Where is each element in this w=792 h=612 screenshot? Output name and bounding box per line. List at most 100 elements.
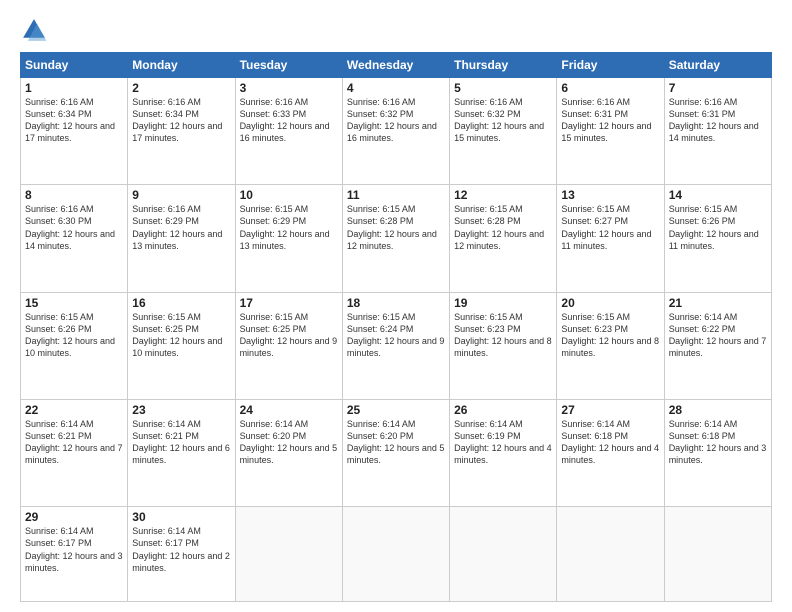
weekday-header: Tuesday (235, 53, 342, 78)
day-number: 25 (347, 403, 445, 417)
day-info: Sunrise: 6:14 AMSunset: 6:21 PMDaylight:… (25, 418, 123, 467)
calendar-cell: 26Sunrise: 6:14 AMSunset: 6:19 PMDayligh… (450, 399, 557, 506)
day-info: Sunrise: 6:16 AMSunset: 6:31 PMDaylight:… (669, 96, 767, 145)
calendar-cell: 28Sunrise: 6:14 AMSunset: 6:18 PMDayligh… (664, 399, 771, 506)
day-number: 11 (347, 188, 445, 202)
day-number: 3 (240, 81, 338, 95)
calendar-cell: 16Sunrise: 6:15 AMSunset: 6:25 PMDayligh… (128, 292, 235, 399)
day-number: 15 (25, 296, 123, 310)
calendar-cell: 15Sunrise: 6:15 AMSunset: 6:26 PMDayligh… (21, 292, 128, 399)
day-number: 17 (240, 296, 338, 310)
weekday-header: Saturday (664, 53, 771, 78)
day-info: Sunrise: 6:16 AMSunset: 6:32 PMDaylight:… (347, 96, 445, 145)
day-number: 23 (132, 403, 230, 417)
day-info: Sunrise: 6:15 AMSunset: 6:28 PMDaylight:… (454, 203, 552, 252)
calendar-cell: 7Sunrise: 6:16 AMSunset: 6:31 PMDaylight… (664, 78, 771, 185)
calendar-cell (664, 507, 771, 602)
day-info: Sunrise: 6:15 AMSunset: 6:27 PMDaylight:… (561, 203, 659, 252)
calendar-cell: 9Sunrise: 6:16 AMSunset: 6:29 PMDaylight… (128, 185, 235, 292)
calendar-week-row: 1Sunrise: 6:16 AMSunset: 6:34 PMDaylight… (21, 78, 772, 185)
day-number: 1 (25, 81, 123, 95)
day-info: Sunrise: 6:15 AMSunset: 6:26 PMDaylight:… (669, 203, 767, 252)
day-info: Sunrise: 6:16 AMSunset: 6:29 PMDaylight:… (132, 203, 230, 252)
day-number: 21 (669, 296, 767, 310)
calendar-cell: 20Sunrise: 6:15 AMSunset: 6:23 PMDayligh… (557, 292, 664, 399)
day-number: 20 (561, 296, 659, 310)
weekday-header: Sunday (21, 53, 128, 78)
calendar-cell: 8Sunrise: 6:16 AMSunset: 6:30 PMDaylight… (21, 185, 128, 292)
day-number: 9 (132, 188, 230, 202)
logo (20, 16, 52, 44)
calendar-cell (235, 507, 342, 602)
calendar-cell: 30Sunrise: 6:14 AMSunset: 6:17 PMDayligh… (128, 507, 235, 602)
day-info: Sunrise: 6:16 AMSunset: 6:32 PMDaylight:… (454, 96, 552, 145)
calendar-cell: 29Sunrise: 6:14 AMSunset: 6:17 PMDayligh… (21, 507, 128, 602)
calendar-table: SundayMondayTuesdayWednesdayThursdayFrid… (20, 52, 772, 602)
day-number: 7 (669, 81, 767, 95)
calendar-cell: 2Sunrise: 6:16 AMSunset: 6:34 PMDaylight… (128, 78, 235, 185)
calendar-cell: 12Sunrise: 6:15 AMSunset: 6:28 PMDayligh… (450, 185, 557, 292)
day-info: Sunrise: 6:14 AMSunset: 6:21 PMDaylight:… (132, 418, 230, 467)
calendar-cell (450, 507, 557, 602)
day-info: Sunrise: 6:15 AMSunset: 6:29 PMDaylight:… (240, 203, 338, 252)
day-info: Sunrise: 6:14 AMSunset: 6:20 PMDaylight:… (347, 418, 445, 467)
weekday-header-row: SundayMondayTuesdayWednesdayThursdayFrid… (21, 53, 772, 78)
logo-icon (20, 16, 48, 44)
calendar-cell: 14Sunrise: 6:15 AMSunset: 6:26 PMDayligh… (664, 185, 771, 292)
calendar-cell (557, 507, 664, 602)
calendar-cell: 10Sunrise: 6:15 AMSunset: 6:29 PMDayligh… (235, 185, 342, 292)
day-info: Sunrise: 6:16 AMSunset: 6:34 PMDaylight:… (25, 96, 123, 145)
day-info: Sunrise: 6:15 AMSunset: 6:26 PMDaylight:… (25, 311, 123, 360)
day-info: Sunrise: 6:14 AMSunset: 6:18 PMDaylight:… (561, 418, 659, 467)
day-number: 6 (561, 81, 659, 95)
weekday-header: Wednesday (342, 53, 449, 78)
calendar-cell: 1Sunrise: 6:16 AMSunset: 6:34 PMDaylight… (21, 78, 128, 185)
calendar-week-row: 8Sunrise: 6:16 AMSunset: 6:30 PMDaylight… (21, 185, 772, 292)
day-info: Sunrise: 6:16 AMSunset: 6:33 PMDaylight:… (240, 96, 338, 145)
day-number: 16 (132, 296, 230, 310)
calendar-week-row: 15Sunrise: 6:15 AMSunset: 6:26 PMDayligh… (21, 292, 772, 399)
header (20, 16, 772, 44)
calendar-cell: 24Sunrise: 6:14 AMSunset: 6:20 PMDayligh… (235, 399, 342, 506)
day-number: 12 (454, 188, 552, 202)
day-info: Sunrise: 6:15 AMSunset: 6:28 PMDaylight:… (347, 203, 445, 252)
day-number: 29 (25, 510, 123, 524)
calendar-cell: 21Sunrise: 6:14 AMSunset: 6:22 PMDayligh… (664, 292, 771, 399)
day-info: Sunrise: 6:14 AMSunset: 6:18 PMDaylight:… (669, 418, 767, 467)
day-info: Sunrise: 6:16 AMSunset: 6:31 PMDaylight:… (561, 96, 659, 145)
day-number: 30 (132, 510, 230, 524)
day-info: Sunrise: 6:16 AMSunset: 6:34 PMDaylight:… (132, 96, 230, 145)
day-info: Sunrise: 6:16 AMSunset: 6:30 PMDaylight:… (25, 203, 123, 252)
page: SundayMondayTuesdayWednesdayThursdayFrid… (0, 0, 792, 612)
day-info: Sunrise: 6:15 AMSunset: 6:23 PMDaylight:… (454, 311, 552, 360)
calendar-cell: 11Sunrise: 6:15 AMSunset: 6:28 PMDayligh… (342, 185, 449, 292)
weekday-header: Thursday (450, 53, 557, 78)
calendar-week-row: 22Sunrise: 6:14 AMSunset: 6:21 PMDayligh… (21, 399, 772, 506)
day-number: 26 (454, 403, 552, 417)
calendar-cell: 3Sunrise: 6:16 AMSunset: 6:33 PMDaylight… (235, 78, 342, 185)
day-info: Sunrise: 6:15 AMSunset: 6:25 PMDaylight:… (240, 311, 338, 360)
day-number: 4 (347, 81, 445, 95)
weekday-header: Friday (557, 53, 664, 78)
calendar-cell: 22Sunrise: 6:14 AMSunset: 6:21 PMDayligh… (21, 399, 128, 506)
calendar-cell: 17Sunrise: 6:15 AMSunset: 6:25 PMDayligh… (235, 292, 342, 399)
calendar-cell (342, 507, 449, 602)
calendar-cell: 25Sunrise: 6:14 AMSunset: 6:20 PMDayligh… (342, 399, 449, 506)
day-info: Sunrise: 6:14 AMSunset: 6:19 PMDaylight:… (454, 418, 552, 467)
calendar-cell: 18Sunrise: 6:15 AMSunset: 6:24 PMDayligh… (342, 292, 449, 399)
day-number: 22 (25, 403, 123, 417)
day-number: 14 (669, 188, 767, 202)
day-number: 28 (669, 403, 767, 417)
day-info: Sunrise: 6:14 AMSunset: 6:17 PMDaylight:… (25, 525, 123, 574)
calendar-cell: 23Sunrise: 6:14 AMSunset: 6:21 PMDayligh… (128, 399, 235, 506)
day-info: Sunrise: 6:14 AMSunset: 6:17 PMDaylight:… (132, 525, 230, 574)
calendar-week-row: 29Sunrise: 6:14 AMSunset: 6:17 PMDayligh… (21, 507, 772, 602)
day-number: 13 (561, 188, 659, 202)
calendar-cell: 4Sunrise: 6:16 AMSunset: 6:32 PMDaylight… (342, 78, 449, 185)
day-number: 19 (454, 296, 552, 310)
day-number: 27 (561, 403, 659, 417)
day-number: 24 (240, 403, 338, 417)
calendar-cell: 19Sunrise: 6:15 AMSunset: 6:23 PMDayligh… (450, 292, 557, 399)
day-info: Sunrise: 6:14 AMSunset: 6:22 PMDaylight:… (669, 311, 767, 360)
calendar-cell: 5Sunrise: 6:16 AMSunset: 6:32 PMDaylight… (450, 78, 557, 185)
